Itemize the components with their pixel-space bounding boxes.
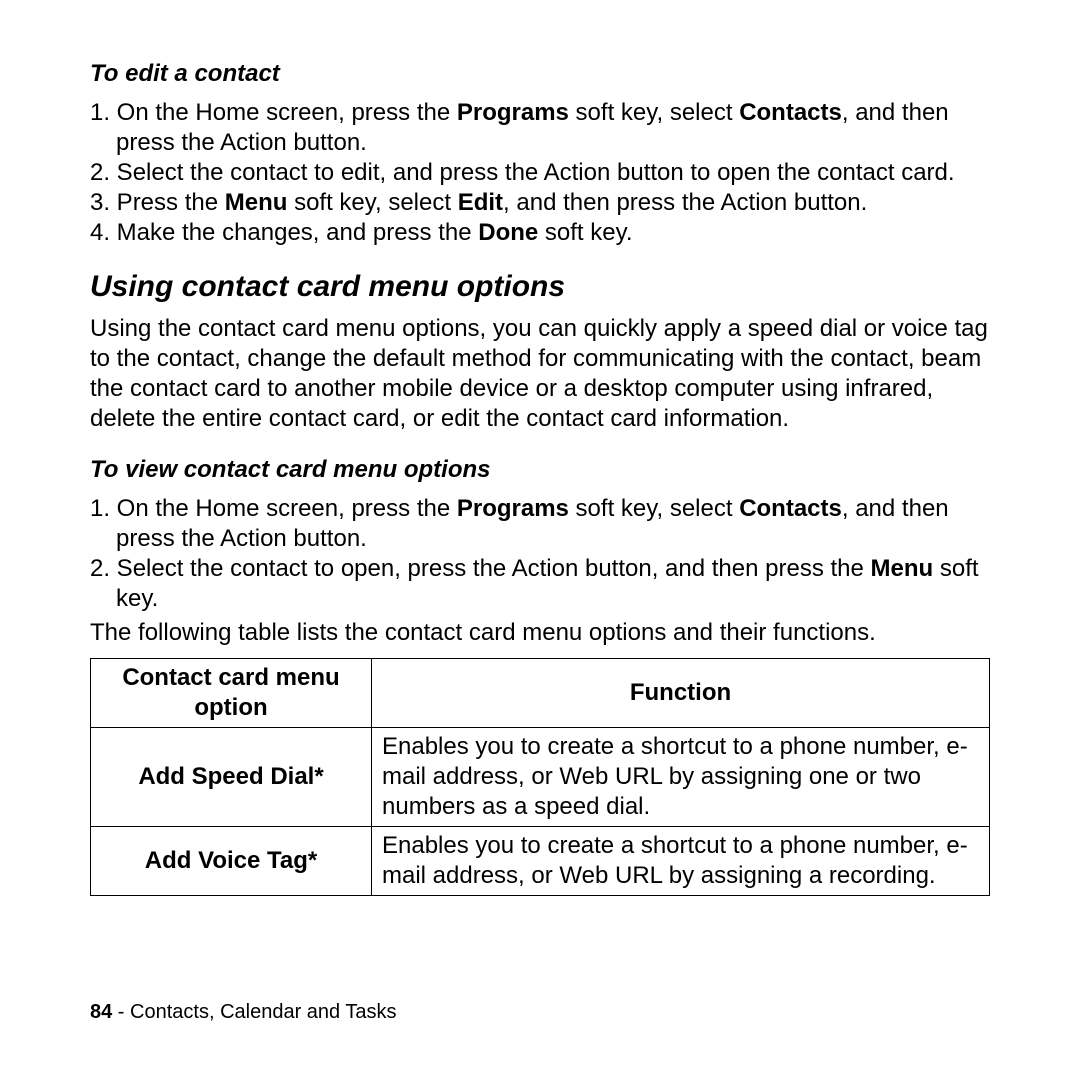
bold-contacts: Contacts: [739, 495, 842, 522]
bold-done: Done: [478, 219, 538, 246]
edit-step-1: 1. On the Home screen, press the Program…: [90, 98, 990, 158]
heading-to-edit-a-contact: To edit a contact: [90, 60, 990, 88]
footer-separator: -: [112, 1001, 130, 1023]
td-function: Enables you to create a shortcut to a ph…: [372, 827, 990, 896]
paragraph-table-intro: The following table lists the contact ca…: [90, 618, 990, 648]
text: 1. On the Home screen, press the: [90, 99, 457, 126]
text: 1. On the Home screen, press the: [90, 495, 457, 522]
table-header-row: Contact card menu option Function: [91, 659, 990, 728]
text: soft key, select: [569, 99, 739, 126]
bold-menu: Menu: [225, 189, 288, 216]
text: 2. Select the contact to open, press the…: [90, 555, 871, 582]
view-step-1: 1. On the Home screen, press the Program…: [90, 494, 990, 554]
view-step-2: 2. Select the contact to open, press the…: [90, 554, 990, 614]
heading-to-view-contact-card-menu-options: To view contact card menu options: [90, 456, 990, 484]
edit-step-2: 2. Select the contact to edit, and press…: [90, 158, 990, 188]
td-option-add-voice-tag: Add Voice Tag*: [91, 827, 372, 896]
footer-section-title: Contacts, Calendar and Tasks: [130, 1001, 396, 1023]
td-option-add-speed-dial: Add Speed Dial*: [91, 728, 372, 827]
th-option: Contact card menu option: [91, 659, 372, 728]
edit-step-3: 3. Press the Menu soft key, select Edit,…: [90, 188, 990, 218]
heading-using-contact-card-menu-options: Using contact card menu options: [90, 270, 990, 304]
bold-programs: Programs: [457, 99, 569, 126]
steps-edit-contact: 1. On the Home screen, press the Program…: [90, 98, 990, 248]
table-row: Add Speed Dial* Enables you to create a …: [91, 728, 990, 827]
text: , and then press the Action button.: [503, 189, 867, 216]
bold-contacts: Contacts: [739, 99, 842, 126]
page-footer: 84 - Contacts, Calendar and Tasks: [90, 1001, 396, 1024]
bold-programs: Programs: [457, 495, 569, 522]
bold-menu: Menu: [871, 555, 934, 582]
page-number: 84: [90, 1001, 112, 1023]
text: soft key, select: [569, 495, 739, 522]
table-contact-card-menu-options: Contact card menu option Function Add Sp…: [90, 658, 990, 896]
text: 3. Press the: [90, 189, 225, 216]
text: soft key.: [538, 219, 632, 246]
edit-step-4: 4. Make the changes, and press the Done …: [90, 218, 990, 248]
text: soft key, select: [287, 189, 457, 216]
paragraph-using-contact-card: Using the contact card menu options, you…: [90, 314, 990, 434]
text: 4. Make the changes, and press the: [90, 219, 478, 246]
bold-edit: Edit: [458, 189, 503, 216]
steps-view-menu-options: 1. On the Home screen, press the Program…: [90, 494, 990, 614]
td-function: Enables you to create a shortcut to a ph…: [372, 728, 990, 827]
th-function: Function: [372, 659, 990, 728]
table-row: Add Voice Tag* Enables you to create a s…: [91, 827, 990, 896]
